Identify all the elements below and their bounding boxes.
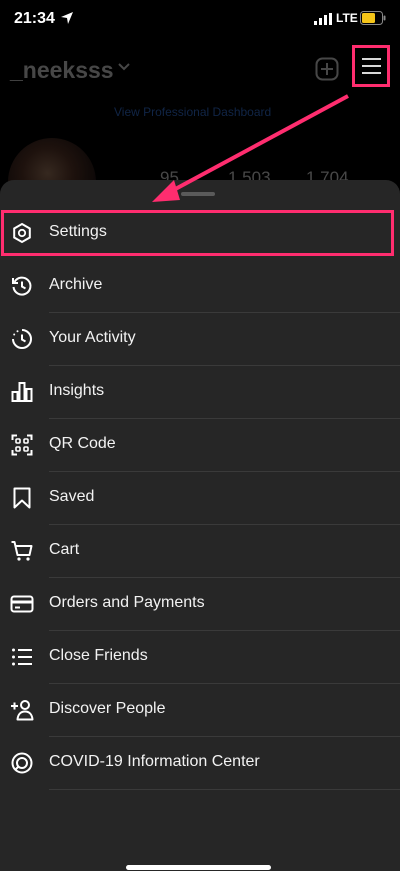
menu-item-qr-code[interactable]: QR Code [0, 419, 400, 472]
status-bar: 21:34 LTE [0, 0, 400, 40]
new-post-icon[interactable] [315, 57, 339, 81]
activity-icon [12, 329, 32, 349]
list-icon [12, 648, 32, 666]
battery-icon [360, 11, 386, 25]
divider [49, 789, 400, 790]
card-icon [10, 595, 34, 613]
status-time: 21:34 [14, 10, 55, 27]
profile-header: _neeksss View Professional Dashboard 95 … [0, 40, 400, 226]
bookmark-icon [13, 487, 31, 509]
qr-code-icon [11, 434, 33, 456]
menu-item-close-friends[interactable]: Close Friends [0, 631, 400, 684]
hamburger-line [361, 58, 381, 60]
settings-highlight [1, 210, 394, 256]
menu-item-label: Saved [49, 488, 95, 505]
menu-button[interactable] [352, 45, 390, 87]
menu-item-label: Close Friends [49, 647, 148, 664]
menu-item-label: Your Activity [49, 329, 136, 346]
chevron-down-icon[interactable] [118, 62, 130, 72]
hamburger-line [361, 65, 381, 67]
menu-item-label: Archive [49, 276, 103, 293]
location-arrow-icon [61, 12, 73, 24]
professional-dashboard-link[interactable]: View Professional Dashboard [114, 105, 271, 119]
drag-handle[interactable] [181, 192, 215, 196]
menu-item-saved[interactable]: Saved [0, 472, 400, 525]
add-person-icon [11, 700, 34, 721]
menu-item-covid-19-information-center[interactable]: COVID-19 Information Center [0, 737, 400, 790]
signal-icon [314, 13, 332, 25]
network-label: LTE [336, 11, 358, 25]
menu-item-discover-people[interactable]: Discover People [0, 684, 400, 737]
username[interactable]: _neeksss [10, 57, 114, 84]
menu-item-cart[interactable]: Cart [0, 525, 400, 578]
menu-sheet: Settings Archive Your Activity Insights … [0, 180, 400, 871]
menu-item-orders-and-payments[interactable]: Orders and Payments [0, 578, 400, 631]
insights-icon [11, 382, 33, 402]
home-indicator[interactable] [126, 865, 271, 870]
hamburger-line [361, 72, 381, 74]
menu-item-insights[interactable]: Insights [0, 366, 400, 419]
menu-item-archive[interactable]: Archive [0, 260, 400, 313]
archive-icon [12, 276, 32, 296]
menu-item-label: Cart [49, 541, 80, 558]
menu-item-your-activity[interactable]: Your Activity [0, 313, 400, 366]
menu-item-label: Insights [49, 382, 105, 399]
menu-item-label: Orders and Payments [49, 594, 205, 611]
covid-info-icon [11, 752, 33, 774]
menu-item-label: COVID-19 Information Center [49, 753, 260, 770]
menu-item-label: QR Code [49, 435, 116, 452]
cart-icon [11, 541, 33, 561]
menu-item-label: Discover People [49, 700, 166, 717]
